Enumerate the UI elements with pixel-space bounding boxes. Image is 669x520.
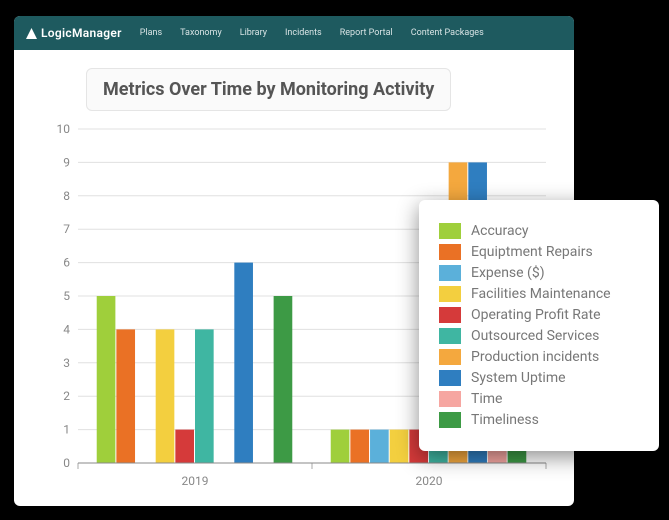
legend-label: Facilities Maintenance	[471, 286, 611, 302]
brand-triangle-icon	[26, 28, 37, 39]
bar	[390, 430, 409, 463]
bar	[116, 329, 135, 463]
nav-content-packages[interactable]: Content Packages	[411, 28, 484, 38]
legend-label: Accuracy	[471, 223, 529, 239]
svg-text:4: 4	[63, 322, 70, 336]
chart-title-box: Metrics Over Time by Monitoring Activity	[86, 68, 451, 111]
legend-swatch	[439, 307, 461, 323]
svg-text:2019: 2019	[182, 474, 209, 488]
legend-item[interactable]: Time	[439, 391, 639, 407]
chart-title: Metrics Over Time by Monitoring Activity	[103, 79, 434, 100]
legend-label: Expense ($)	[471, 265, 545, 281]
nav-library[interactable]: Library	[240, 28, 267, 38]
nav-taxonomy[interactable]: Taxonomy	[180, 28, 222, 38]
svg-text:6: 6	[63, 256, 70, 270]
legend-item[interactable]: Outsourced Services	[439, 328, 639, 344]
svg-text:9: 9	[63, 155, 70, 169]
bar	[370, 430, 389, 463]
legend-item[interactable]: Timeliness	[439, 412, 639, 428]
nav-incidents[interactable]: Incidents	[285, 28, 322, 38]
legend-swatch	[439, 412, 461, 428]
legend-swatch	[439, 349, 461, 365]
legend-label: Time	[471, 391, 502, 407]
legend: Accuracy Equiptment Repairs Expense ($) Fac…	[419, 200, 659, 451]
bar	[195, 329, 214, 463]
svg-text:7: 7	[63, 222, 70, 236]
bar	[175, 430, 194, 463]
nav-report-portal[interactable]: Report Portal	[340, 28, 393, 38]
bar	[350, 430, 369, 463]
brand: LogicManager	[26, 26, 122, 40]
svg-text:3: 3	[63, 356, 70, 370]
legend-swatch	[439, 286, 461, 302]
bar	[156, 329, 175, 463]
bar	[97, 296, 116, 463]
legend-label: Operating Profit Rate	[471, 307, 601, 323]
legend-swatch	[439, 223, 461, 239]
legend-item[interactable]: Equiptment Repairs	[439, 244, 639, 260]
legend-item[interactable]: Expense ($)	[439, 265, 639, 281]
svg-text:2020: 2020	[416, 474, 443, 488]
svg-text:1: 1	[63, 423, 70, 437]
svg-text:2: 2	[63, 389, 70, 403]
legend-item[interactable]: Accuracy	[439, 223, 639, 239]
legend-item[interactable]: Facilities Maintenance	[439, 286, 639, 302]
brand-text: LogicManager	[41, 26, 122, 40]
bar	[331, 430, 350, 463]
svg-text:10: 10	[57, 123, 71, 136]
svg-text:8: 8	[63, 189, 70, 203]
svg-text:0: 0	[63, 456, 70, 470]
legend-swatch	[439, 265, 461, 281]
legend-item[interactable]: System Uptime	[439, 370, 639, 386]
legend-label: System Uptime	[471, 370, 566, 386]
legend-swatch	[439, 244, 461, 260]
bar	[234, 263, 253, 463]
svg-text:5: 5	[63, 289, 70, 303]
legend-label: Production incidents	[471, 349, 599, 365]
legend-label: Timeliness	[471, 412, 539, 428]
legend-label: Outsourced Services	[471, 328, 599, 344]
legend-label: Equiptment Repairs	[471, 244, 593, 260]
legend-swatch	[439, 370, 461, 386]
nav-plans[interactable]: Plans	[140, 28, 162, 38]
legend-swatch	[439, 391, 461, 407]
navbar: LogicManager Plans Taxonomy Library Inci…	[14, 16, 574, 50]
legend-swatch	[439, 328, 461, 344]
legend-item[interactable]: Operating Profit Rate	[439, 307, 639, 323]
legend-item[interactable]: Production incidents	[439, 349, 639, 365]
bar	[274, 296, 293, 463]
